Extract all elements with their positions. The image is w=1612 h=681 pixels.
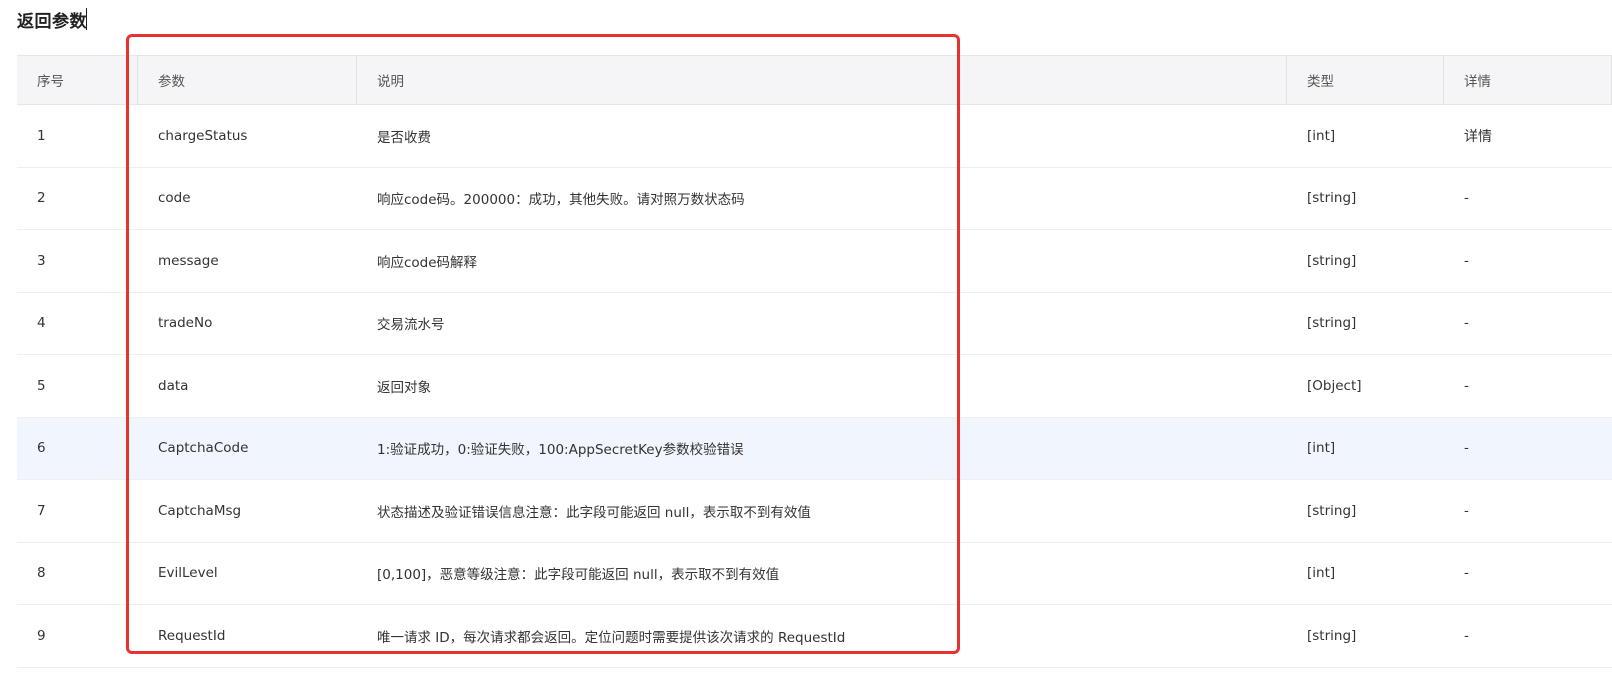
cell-desc: [0,100]，恶意等级注意：此字段可能返回 null，表示取不到有效值 <box>377 567 780 584</box>
header-type: 类型 <box>1287 55 1444 105</box>
table-row: 2 code 响应code码。200000：成功，其他失败。请对照万数状态码 [… <box>17 167 1612 230</box>
table-row: 4 tradeNo 交易流水号 [string] - <box>17 292 1612 355</box>
cell-index: 2 <box>37 190 46 207</box>
cell-detail: - <box>1464 190 1469 207</box>
cell-desc: 返回对象 <box>377 379 431 396</box>
cell-detail: - <box>1464 565 1469 582</box>
header-index: 序号 <box>17 55 138 105</box>
table-row: 3 message 响应code码解释 [string] - <box>17 230 1612 292</box>
cell-desc: 是否收费 <box>377 129 431 146</box>
cell-index: 7 <box>37 502 46 519</box>
cell-index: 8 <box>37 565 46 582</box>
cell-index: 9 <box>37 627 46 644</box>
header-detail: 详情 <box>1444 55 1612 105</box>
cell-detail: - <box>1464 502 1469 519</box>
cell-desc: 响应code码解释 <box>377 254 478 271</box>
cell-param: tradeNo <box>158 315 213 332</box>
cell-type: [string] <box>1307 627 1357 644</box>
cell-param: chargeStatus <box>158 127 248 144</box>
cell-type: [string] <box>1307 502 1357 519</box>
return-params-table: 序号 参数 说明 类型 详情 1 chargeStatus 是否收费 [int]… <box>17 55 1612 668</box>
table-header-row: 序号 参数 说明 类型 详情 <box>17 55 1612 105</box>
cell-index: 3 <box>37 252 46 269</box>
cell-type: [int] <box>1307 565 1336 582</box>
cell-param: EvilLevel <box>158 565 218 582</box>
cell-detail: - <box>1464 315 1469 332</box>
cell-param: CaptchaCode <box>158 440 249 457</box>
cell-desc: 响应code码。200000：成功，其他失败。请对照万数状态码 <box>377 192 745 209</box>
cell-param: code <box>158 190 191 207</box>
cell-type: [string] <box>1307 315 1357 332</box>
cell-desc: 交易流水号 <box>377 317 445 334</box>
cell-detail: - <box>1464 252 1469 269</box>
table-row: 5 data 返回对象 [Object] - <box>17 355 1612 417</box>
cell-detail: - <box>1464 440 1469 457</box>
cell-desc: 状态描述及验证错误信息注意：此字段可能返回 null，表示取不到有效值 <box>377 504 811 521</box>
cell-type: [Object] <box>1307 377 1362 394</box>
cell-index: 1 <box>37 127 46 144</box>
cell-type: [string] <box>1307 190 1357 207</box>
detail-link[interactable]: 详情 <box>1444 105 1612 168</box>
table-row-hovered: 6 CaptchaCode 1:验证成功，0:验证失败，100:AppSecre… <box>17 417 1612 480</box>
header-param: 参数 <box>138 55 357 105</box>
cell-detail: - <box>1464 377 1469 394</box>
cell-detail: - <box>1464 627 1469 644</box>
cell-type: [int] <box>1307 440 1336 457</box>
cell-param: data <box>158 377 189 394</box>
cell-type: [int] <box>1307 127 1336 144</box>
cell-param: message <box>158 252 219 269</box>
cell-param: RequestId <box>158 627 226 644</box>
text-caret <box>86 8 87 30</box>
cell-desc: 1:验证成功，0:验证失败，100:AppSecretKey参数校验错误 <box>377 442 744 459</box>
cell-index: 4 <box>37 315 46 332</box>
section-title: 返回参数 <box>17 12 87 32</box>
table-row: 9 RequestId 唯一请求 ID，每次请求都会返回。定位问题时需要提供该次… <box>17 605 1612 667</box>
cell-index: 6 <box>37 440 46 457</box>
cell-desc: 唯一请求 ID，每次请求都会返回。定位问题时需要提供该次请求的 RequestI… <box>377 629 846 646</box>
cell-param: CaptchaMsg <box>158 502 242 519</box>
table-row: 7 CaptchaMsg 状态描述及验证错误信息注意：此字段可能返回 null，… <box>17 480 1612 542</box>
cell-type: [string] <box>1307 252 1357 269</box>
table-row: 8 EvilLevel [0,100]，恶意等级注意：此字段可能返回 null，… <box>17 542 1612 605</box>
table-row: 1 chargeStatus 是否收费 [int] 详情 <box>17 105 1612 168</box>
header-desc: 说明 <box>357 55 1287 105</box>
cell-index: 5 <box>37 377 46 394</box>
